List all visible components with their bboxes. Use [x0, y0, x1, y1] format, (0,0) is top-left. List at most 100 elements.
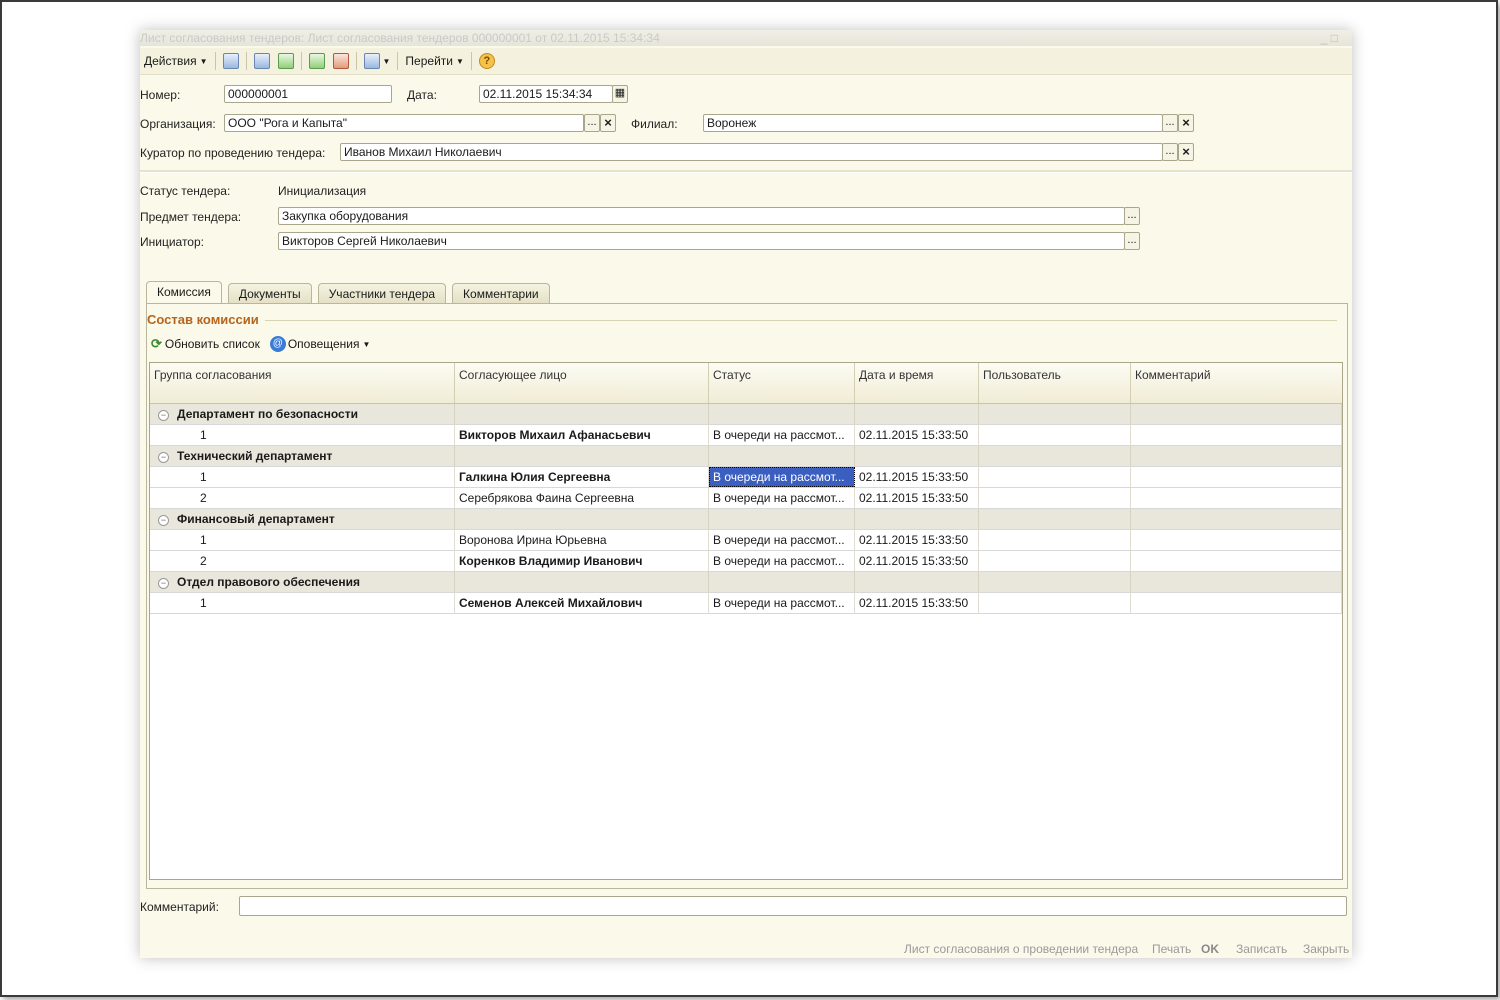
comment-cell[interactable]	[1131, 530, 1342, 550]
actions-menu[interactable]: Действия ▼	[140, 50, 212, 72]
approval-datetime[interactable]: 02.11.2015 15:33:50	[855, 425, 979, 445]
comment-cell[interactable]	[1131, 425, 1342, 445]
initiator-select-button[interactable]: ...	[1124, 232, 1140, 250]
row-number[interactable]: 2	[150, 488, 455, 508]
tab-participants[interactable]: Участники тендера	[317, 283, 447, 304]
save-button[interactable]	[250, 50, 274, 72]
row-number[interactable]: 1	[150, 467, 455, 487]
create-based-on-button[interactable]: ▼	[360, 50, 395, 72]
print-form-link[interactable]: Лист согласования о проведении тендера	[904, 942, 1138, 956]
curator-clear-button[interactable]: ×	[1178, 143, 1194, 161]
calendar-button[interactable]: ▦	[612, 85, 628, 103]
row-number[interactable]: 1	[150, 593, 455, 613]
column-header-user[interactable]: Пользователь	[979, 363, 1131, 403]
user-cell[interactable]	[979, 593, 1131, 613]
user-cell[interactable]	[979, 530, 1131, 550]
approver-name[interactable]: Викторов Михаил Афанасьевич	[455, 425, 709, 445]
column-header-person[interactable]: Согласующее лицо	[455, 363, 709, 403]
group-row[interactable]: − Департамент по безопасности	[150, 404, 1342, 425]
approval-datetime[interactable]: 02.11.2015 15:33:50	[855, 467, 979, 487]
row-number[interactable]: 1	[150, 425, 455, 445]
row-number[interactable]: 1	[150, 530, 455, 550]
group-row[interactable]: − Технический департамент	[150, 446, 1342, 467]
tender-subject-field[interactable]: Закупка оборудования	[278, 207, 1125, 225]
print-button[interactable]: Печать	[1152, 942, 1191, 956]
comment-cell[interactable]	[1131, 467, 1342, 487]
user-cell[interactable]	[979, 488, 1131, 508]
collapse-icon[interactable]: −	[158, 515, 169, 526]
table-row[interactable]: 1 Воронова Ирина Юрьевна В очереди на расс…	[150, 530, 1342, 551]
window-controls[interactable]: _ □	[1321, 30, 1338, 46]
comment-cell[interactable]	[1131, 488, 1342, 508]
row-number[interactable]: 2	[150, 551, 455, 571]
unpost-button[interactable]	[329, 50, 353, 72]
date-field[interactable]: 02.11.2015 15:34:34	[479, 85, 613, 103]
organization-field[interactable]: ООО "Рога и Капыта"	[224, 114, 584, 132]
comment-cell[interactable]	[1131, 551, 1342, 571]
branch-clear-button[interactable]: ×	[1178, 114, 1194, 132]
comment-cell[interactable]	[1131, 593, 1342, 613]
approval-status[interactable]: В очереди на рассмот...	[709, 488, 855, 508]
approver-name[interactable]: Воронова Ирина Юрьевна	[455, 530, 709, 550]
user-cell[interactable]	[979, 425, 1131, 445]
approver-name[interactable]: Семенов Алексей Михайлович	[455, 593, 709, 613]
approval-datetime[interactable]: 02.11.2015 15:33:50	[855, 551, 979, 571]
branch-field[interactable]: Воронеж	[703, 114, 1163, 132]
approval-status[interactable]: В очереди на рассмот...	[709, 467, 855, 487]
refresh-button[interactable]: ⟳ Обновить список	[151, 336, 260, 352]
unpost-icon	[332, 53, 349, 69]
commission-table[interactable]: Группа согласования Согласующее лицо Ста…	[149, 362, 1343, 880]
group-empty-cell	[855, 404, 979, 424]
collapse-icon[interactable]: −	[158, 452, 169, 463]
approver-name[interactable]: Коренков Владимир Иванович	[455, 551, 709, 571]
number-field[interactable]: 000000001	[224, 85, 392, 103]
tab-documents[interactable]: Документы	[227, 283, 312, 304]
approval-status[interactable]: В очереди на рассмот...	[709, 551, 855, 571]
tender-subject-select-button[interactable]: ...	[1124, 207, 1140, 225]
collapse-icon[interactable]: −	[158, 410, 169, 421]
table-row[interactable]: 1 Викторов Михаил Афанасьевич В очереди на…	[150, 425, 1342, 446]
column-header-datetime[interactable]: Дата и время	[855, 363, 979, 403]
table-row[interactable]: 1 Галкина Юлия Сергеевна В очереди на расс…	[150, 467, 1342, 488]
group-row[interactable]: − Финансовый департамент	[150, 509, 1342, 530]
branch-select-button[interactable]: ...	[1162, 114, 1178, 132]
table-row[interactable]: 2 Серебрякова Фаина Сергеевна В очереди на…	[150, 488, 1342, 509]
curator-select-button[interactable]: ...	[1162, 143, 1178, 161]
save-footer-button[interactable]: Записать	[1236, 942, 1287, 956]
approval-status[interactable]: В очереди на рассмот...	[709, 425, 855, 445]
tab-commission[interactable]: Комиссия	[146, 281, 222, 304]
user-cell[interactable]	[979, 467, 1131, 487]
post-and-close-button[interactable]	[219, 50, 243, 72]
close-button[interactable]: Закрыть	[1303, 942, 1349, 956]
approval-datetime[interactable]: 02.11.2015 15:33:50	[855, 593, 979, 613]
help-button[interactable]: ?	[475, 50, 499, 72]
post-button[interactable]	[305, 50, 329, 72]
goto-label: Перейти	[405, 54, 453, 68]
group-empty-cell	[979, 404, 1131, 424]
organization-select-button[interactable]: ...	[584, 114, 600, 132]
column-header-comment[interactable]: Комментарий	[1131, 363, 1342, 403]
organization-clear-button[interactable]: ×	[600, 114, 616, 132]
notifications-menu[interactable]: @ Оповещения ▼	[260, 336, 370, 352]
goto-menu[interactable]: Перейти ▼	[401, 50, 467, 72]
column-header-group[interactable]: Группа согласования	[150, 363, 455, 403]
table-row[interactable]: 2 Коренков Владимир Иванович В очереди на …	[150, 551, 1342, 572]
approver-name[interactable]: Серебрякова Фаина Сергеевна	[455, 488, 709, 508]
approval-datetime[interactable]: 02.11.2015 15:33:50	[855, 488, 979, 508]
group-row[interactable]: − Отдел правового обеспечения	[150, 572, 1342, 593]
approval-status[interactable]: В очереди на рассмот...	[709, 593, 855, 613]
approver-name[interactable]: Галкина Юлия Сергеевна	[455, 467, 709, 487]
approval-status[interactable]: В очереди на рассмот...	[709, 530, 855, 550]
user-cell[interactable]	[979, 551, 1131, 571]
reread-button[interactable]	[274, 50, 298, 72]
group-empty-cell	[455, 572, 709, 592]
column-header-status[interactable]: Статус	[709, 363, 855, 403]
tab-comments[interactable]: Комментарии	[452, 283, 550, 304]
approval-datetime[interactable]: 02.11.2015 15:33:50	[855, 530, 979, 550]
comment-field[interactable]	[239, 896, 1347, 916]
initiator-field[interactable]: Викторов Сергей Николаевич	[278, 232, 1125, 250]
curator-field[interactable]: Иванов Михаил Николаевич	[340, 143, 1163, 161]
table-row[interactable]: 1 Семенов Алексей Михайлович В очереди на …	[150, 593, 1342, 614]
ok-button[interactable]: OK	[1201, 942, 1219, 956]
collapse-icon[interactable]: −	[158, 578, 169, 589]
